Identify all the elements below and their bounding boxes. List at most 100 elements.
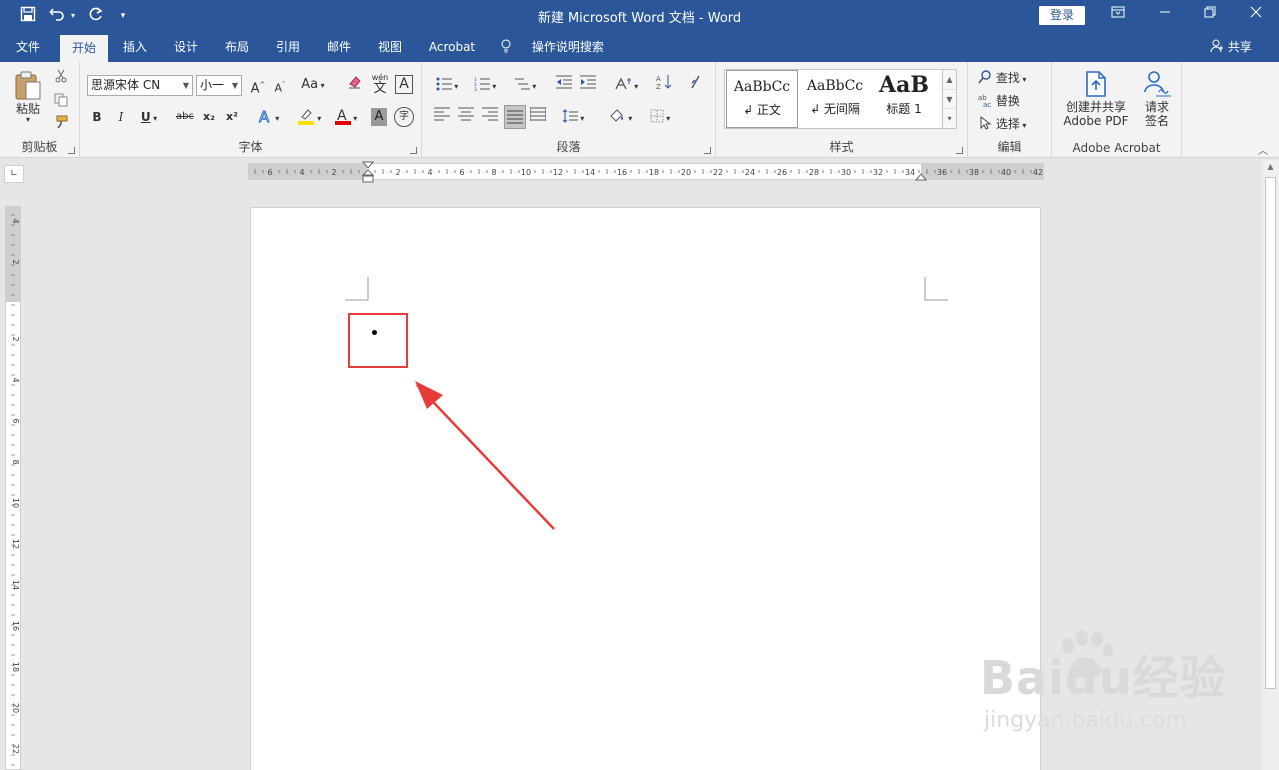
style-normal[interactable]: AaBbCc ↲ 正文 [726, 70, 798, 128]
change-case-button[interactable]: Aa ▾ [298, 74, 328, 96]
svg-text:A: A [656, 75, 661, 83]
horizontal-ruler[interactable]: 6 4 2 2 4 6 8 10 12 14 16 18 20 22 24 26 28 30 32 34 36 38 40 4… [248, 161, 1044, 183]
style-heading-1[interactable]: AaB 标题 1 [868, 70, 940, 128]
ruler-tick-label: 4 [427, 168, 432, 177]
font-size-select[interactable]: 小一 ▼ [196, 75, 242, 96]
subscript-button[interactable]: x₂ [200, 106, 218, 128]
format-painter-icon[interactable] [52, 114, 70, 136]
style-normal-name: ↲ 正文 [743, 103, 781, 117]
copy-icon[interactable] [52, 92, 70, 114]
vertical-ruler-tick-label: 10 [11, 498, 20, 508]
line-spacing-icon[interactable]: ▾ [558, 106, 588, 128]
align-right-icon[interactable] [480, 106, 500, 128]
vertical-scrollbar[interactable]: ▲ [1262, 160, 1279, 770]
styles-more-icon[interactable]: ▾ [943, 108, 956, 128]
align-left-icon[interactable] [432, 106, 452, 128]
text-effects-button[interactable]: A ▾ [252, 106, 284, 128]
character-border-icon[interactable]: A [395, 75, 413, 94]
sort-icon[interactable]: AZ [654, 74, 674, 96]
shading-icon[interactable]: ▾ [604, 106, 636, 128]
crop-mark-top-right [924, 277, 948, 301]
scrollbar-thumb[interactable] [1265, 177, 1276, 689]
ruler-tick-label: 10 [521, 168, 531, 177]
paragraph-dialog-launcher-icon[interactable] [704, 147, 711, 154]
scroll-up-icon[interactable]: ▲ [1262, 162, 1279, 174]
clipboard-group: 粘贴 ▾ 剪贴板 [0, 62, 80, 158]
tab-acrobat[interactable]: Acrobat [423, 33, 481, 62]
chevron-down-icon[interactable]: ▼ [943, 89, 956, 108]
share-button[interactable]: 共享 [1210, 33, 1252, 62]
annotation-arrow [415, 381, 555, 530]
ribbon: 粘贴 ▾ 剪贴板 思源宋体 CN ▼ 小一 ▼ A^ Aˇ Aa ▾ wén 文… [0, 62, 1279, 158]
bold-button[interactable]: B [88, 106, 106, 128]
enclose-characters-icon[interactable]: 字 [394, 107, 414, 127]
vertical-ruler-tick-label: 20 [11, 703, 20, 713]
collapse-ribbon-icon[interactable]: ︿ [1258, 142, 1268, 157]
tab-selector-icon[interactable]: ∟ [4, 165, 24, 183]
tab-references[interactable]: 引用 [266, 33, 310, 62]
decrease-indent-icon[interactable] [554, 74, 574, 96]
redo-icon[interactable] [85, 6, 107, 26]
styles-group: AaBbCc ↲ 正文 AaBbCc ↲ 无间隔 AaB 标题 1 ▲ ▼ ▾ … [716, 62, 968, 158]
tab-insert[interactable]: 插入 [113, 33, 157, 62]
font-dialog-launcher-icon[interactable] [410, 147, 417, 154]
ribbon-display-icon[interactable] [1106, 5, 1130, 25]
restore-icon[interactable] [1198, 5, 1222, 25]
shrink-font-icon[interactable]: Aˇ [270, 74, 290, 96]
share-label: 共享 [1227, 40, 1252, 54]
bullets-icon[interactable]: ▾ [432, 74, 462, 96]
vertical-ruler-tick-label: 2 [11, 259, 20, 264]
strikethrough-button[interactable]: abc [174, 106, 196, 128]
clear-formatting-icon[interactable] [345, 74, 365, 96]
font-color-button[interactable]: A ▾ [330, 106, 362, 128]
clipboard-dialog-launcher-icon[interactable] [68, 147, 75, 154]
superscript-button[interactable]: x² [223, 106, 241, 128]
character-shading-icon[interactable]: A [371, 108, 387, 126]
tab-view[interactable]: 视图 [368, 33, 412, 62]
borders-icon[interactable]: ▾ [644, 106, 676, 128]
right-indent-marker-icon[interactable] [915, 172, 927, 182]
find-button[interactable]: 查找 ▾ [978, 67, 1048, 89]
justify-icon[interactable] [504, 105, 526, 129]
grow-font-icon[interactable]: A^ [248, 74, 268, 96]
document-page[interactable] [250, 207, 1041, 770]
login-button[interactable]: 登录 [1039, 6, 1085, 25]
phonetic-guide-icon[interactable]: wén 文 [370, 72, 390, 95]
minimize-icon[interactable] [1153, 5, 1177, 25]
replace-label: 替换 [995, 94, 1020, 108]
tab-home[interactable]: 开始 [60, 35, 108, 62]
undo-dropdown-icon[interactable]: ▾ [68, 6, 78, 26]
show-marks-icon[interactable] [686, 74, 706, 96]
indent-marker-icon[interactable] [362, 161, 374, 185]
align-center-icon[interactable] [456, 106, 476, 128]
underline-button[interactable]: U ▾ [136, 106, 162, 128]
vertical-ruler[interactable]: 4 2 2 4 6 8 10 12 14 16 18 20 22 [5, 206, 21, 770]
undo-icon[interactable] [46, 6, 68, 26]
style-no-spacing[interactable]: AaBbCc ↲ 无间隔 [799, 70, 871, 128]
chevron-up-icon[interactable]: ▲ [943, 70, 956, 89]
cut-icon[interactable] [52, 68, 70, 90]
tab-design[interactable]: 设计 [164, 33, 208, 62]
close-icon[interactable] [1244, 5, 1268, 25]
numbering-icon[interactable]: 123 ▾ [470, 74, 500, 96]
select-button[interactable]: 选择 ▾ [978, 113, 1048, 135]
replace-button[interactable]: ab ac 替换 [978, 90, 1048, 112]
distributed-icon[interactable] [528, 106, 548, 128]
font-name-select[interactable]: 思源宋体 CN ▼ [87, 75, 193, 96]
increase-indent-icon[interactable] [578, 74, 598, 96]
styles-dialog-launcher-icon[interactable] [956, 147, 963, 154]
tab-file[interactable]: 文件 [6, 33, 50, 62]
tab-mailings[interactable]: 邮件 [317, 33, 361, 62]
annotation-highlight-box [348, 313, 408, 368]
tell-me-search[interactable]: 操作说明搜索 [500, 33, 604, 62]
request-signature-button[interactable]: 请求 签名 [1136, 70, 1178, 134]
create-pdf-button[interactable]: 创建并共享 Adobe PDF [1058, 70, 1134, 134]
highlight-color-button[interactable]: ▾ [292, 106, 326, 128]
italic-button[interactable]: I [112, 106, 130, 128]
chinese-layout-icon[interactable]: ▾ [610, 74, 642, 96]
paste-button[interactable]: 粘贴 ▾ [8, 68, 48, 132]
multilevel-list-icon[interactable]: ▾ [510, 74, 540, 96]
customize-icon[interactable]: ▾ [116, 6, 130, 26]
save-icon[interactable] [18, 6, 38, 26]
tab-layout[interactable]: 布局 [215, 33, 259, 62]
